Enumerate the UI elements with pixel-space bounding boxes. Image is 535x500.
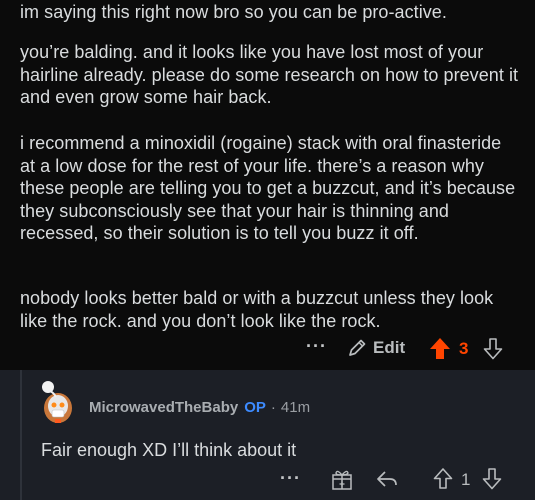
comment-age: 41m [280, 399, 311, 416]
avatar[interactable] [36, 375, 80, 425]
reply-comment: MicrowavedTheBaby OP · 41m Fair enough X… [0, 370, 535, 500]
vote-count: 1 [461, 470, 471, 489]
award-icon[interactable] [331, 467, 353, 491]
comment-paragraph: nobody looks better bald or with a buzzc… [20, 288, 494, 331]
separator: · [270, 399, 276, 416]
downvote-icon[interactable] [481, 467, 503, 491]
comment: im saying this right now bro so you can … [0, 0, 535, 370]
username[interactable]: MicrowavedTheBaby [89, 399, 238, 416]
downvote-icon[interactable] [482, 337, 504, 361]
reply-meta: MicrowavedTheBaby OP · 41m [89, 399, 310, 416]
pencil-icon [349, 339, 366, 356]
more-options-button[interactable]: ··· [280, 468, 301, 489]
reply-icon[interactable] [375, 469, 399, 489]
edit-label: Edit [373, 338, 406, 357]
upvote-icon[interactable] [432, 467, 454, 491]
reply-action-bar: ··· 1 [0, 466, 535, 496]
comment-paragraph: im saying this right now bro so you can … [20, 2, 447, 22]
op-badge: OP [244, 399, 266, 416]
upvote-icon[interactable] [429, 337, 451, 361]
more-options-button[interactable]: ··· [306, 336, 327, 357]
comment-paragraph: i recommend a minoxidil (rogaine) stack … [20, 133, 516, 243]
edit-button[interactable]: Edit [346, 337, 405, 359]
vote-count: 3 [459, 339, 469, 358]
comment-action-bar: ··· Edit 3 [0, 334, 535, 362]
reply-text: Fair enough XD I’ll think about it [41, 440, 297, 460]
comment-paragraph: you’re balding. and it looks like you ha… [20, 42, 519, 107]
